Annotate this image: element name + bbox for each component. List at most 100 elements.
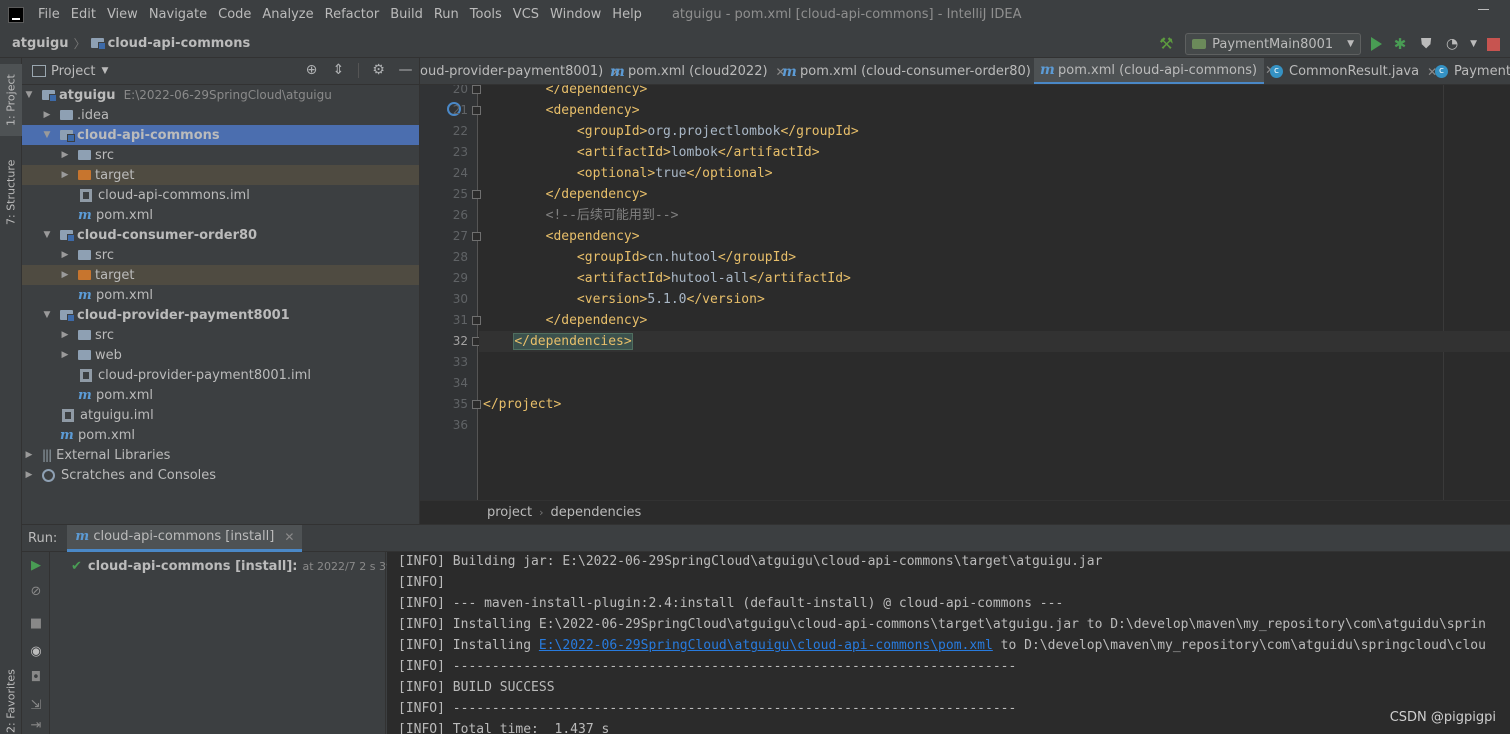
code-editor[interactable]: 20 21 22 23 24 25 26 27 28 29 30 31 32 33 34 35 36 </dep…	[420, 85, 1510, 500]
tree-item-cloud-consumer-order80[interactable]: ▼ cloud-consumer-order80	[22, 225, 419, 245]
tool-tab-project[interactable]: 1: Project	[0, 64, 22, 136]
exit-icon[interactable]: ⇥	[28, 718, 44, 734]
run-result-row[interactable]: ✔ cloud-api-commons [install]: at 2022/7…	[71, 556, 420, 576]
tree-item-target[interactable]: ▶ target	[22, 165, 419, 185]
menu-file[interactable]: File	[33, 0, 66, 29]
tree-item-idea[interactable]: ▶ .idea	[22, 105, 419, 125]
tab-payment[interactable]: c Payment.j	[1429, 58, 1510, 84]
fold-marker-icon[interactable]	[472, 316, 481, 325]
show-settings-eye-icon[interactable]: ◉	[28, 644, 44, 660]
fold-marker-icon[interactable]	[472, 85, 481, 94]
coverage-shield-icon[interactable]: ⛊	[1418, 36, 1434, 52]
fold-marker-icon[interactable]	[472, 400, 481, 409]
run-configuration-select[interactable]: PaymentMain8001 ▼	[1185, 33, 1362, 55]
menu-navigate[interactable]: Navigate	[144, 0, 213, 29]
fold-marker-icon[interactable]	[472, 190, 481, 199]
console-output[interactable]: [INFO] Building jar: E:\2022-06-29Spring…	[387, 552, 1510, 734]
console-file-link[interactable]: E:\2022-06-29SpringCloud\atguigu\cloud-a…	[539, 638, 993, 653]
tree-item-pom[interactable]: m pom.xml	[22, 385, 419, 405]
chevron-down-icon[interactable]: ▼	[42, 230, 52, 240]
close-icon[interactable]: ✕	[284, 530, 294, 544]
minimize-button[interactable]	[1478, 9, 1489, 10]
chevron-down-icon[interactable]: ▼	[42, 130, 52, 140]
line-number: 33	[452, 355, 468, 369]
tree-item-iml-file[interactable]: atguigu.iml	[22, 405, 419, 425]
run-results-tree: ✔ cloud-api-commons [install]: at 2022/7…	[51, 552, 420, 734]
tab-common-result[interactable]: c CommonResult.java ✕	[1264, 58, 1443, 84]
chevron-right-icon[interactable]: ▶	[60, 270, 70, 280]
tree-item-atguigu[interactable]: ▼ atguigu E:\2022-06-29SpringCloud\atgui…	[22, 85, 419, 105]
chevron-right-icon[interactable]: ▶	[24, 450, 34, 460]
menu-build[interactable]: Build	[385, 0, 429, 29]
breadcrumb-dependencies[interactable]: dependencies	[551, 505, 642, 520]
camera-icon[interactable]: ◘	[28, 670, 44, 686]
chevron-right-icon[interactable]: ▶	[60, 250, 70, 260]
collapse-all-icon[interactable]: ⇕	[331, 63, 346, 78]
run-tab-install[interactable]: m cloud-api-commons [install] ✕	[67, 524, 303, 552]
menu-tools[interactable]: Tools	[465, 0, 508, 29]
tree-item-web[interactable]: ▶ web	[22, 345, 419, 365]
build-hammer-icon[interactable]: ⚒	[1159, 36, 1175, 52]
chevron-right-icon[interactable]: ▶	[24, 470, 34, 480]
toggle-offline-icon[interactable]: ⊘	[28, 584, 44, 600]
tree-item-scratches[interactable]: ▶ Scratches and Consoles	[22, 465, 419, 485]
menu-bar: File Edit View Navigate Code Analyze Ref…	[0, 0, 1510, 29]
tree-item-external-libraries[interactable]: ▶ ||| External Libraries	[22, 445, 419, 465]
fold-marker-icon[interactable]	[472, 106, 481, 115]
chevron-right-icon[interactable]: ▶	[60, 330, 70, 340]
project-panel-header: Project ▼ ⊕ ⇕ ⚙ —	[22, 58, 419, 85]
tree-item-pom[interactable]: m pom.xml	[22, 205, 419, 225]
project-view-selector[interactable]: Project	[51, 64, 95, 79]
profile-icon[interactable]: ◔	[1444, 36, 1460, 52]
tab-pom-cloud2022[interactable]: m pom.xml (cloud2022) ✕	[604, 58, 792, 84]
tool-tab-structure[interactable]: 7: Structure	[0, 150, 22, 234]
tab-pom-payment8001[interactable]: oud-provider-payment8001) ✕	[420, 58, 627, 84]
breadcrumb-project[interactable]: project	[487, 505, 532, 520]
chevron-right-icon[interactable]: ▶	[60, 150, 70, 160]
export-icon[interactable]: ⇲	[28, 698, 44, 714]
more-run-options-icon[interactable]: ▼	[1470, 39, 1477, 49]
stop-icon[interactable]	[1487, 37, 1500, 51]
tree-item-cloud-provider-payment8001[interactable]: ▼ cloud-provider-payment8001	[22, 305, 419, 325]
tab-label: CommonResult.java	[1289, 64, 1420, 79]
debug-bug-icon[interactable]: ✱	[1392, 36, 1408, 52]
chevron-right-icon[interactable]: ▶	[60, 350, 70, 360]
tab-pom-api-commons[interactable]: m pom.xml (cloud-api-commons) ✕	[1034, 58, 1275, 84]
tree-item-label: atguigu.iml	[80, 407, 154, 423]
menu-edit[interactable]: Edit	[66, 0, 102, 29]
menu-window[interactable]: Window	[545, 0, 607, 29]
chevron-down-icon[interactable]: ▼	[101, 66, 108, 76]
chevron-down-icon[interactable]: ▼	[42, 310, 52, 320]
chevron-right-icon[interactable]: ▶	[42, 110, 52, 120]
menu-run[interactable]: Run	[429, 0, 465, 29]
gear-icon[interactable]: ⚙	[371, 63, 386, 78]
tab-pom-consumer-order80[interactable]: m pom.xml (cloud-consumer-order80) ✕	[776, 58, 1055, 84]
stop-icon[interactable]: ■	[28, 616, 44, 632]
tree-item-iml-file[interactable]: cloud-provider-payment8001.iml	[22, 365, 419, 385]
menu-code[interactable]: Code	[213, 0, 257, 29]
tree-item-pom[interactable]: m pom.xml	[22, 285, 419, 305]
excluded-folder-icon	[78, 270, 91, 280]
tree-item-iml-file[interactable]: cloud-api-commons.iml	[22, 185, 419, 205]
tree-item-pom[interactable]: m pom.xml	[22, 425, 419, 445]
tree-item-cloud-api-commons[interactable]: ▼ cloud-api-commons	[22, 125, 419, 145]
menu-vcs[interactable]: VCS	[508, 0, 545, 29]
locate-target-icon[interactable]: ⊕	[304, 63, 319, 78]
run-icon[interactable]	[1371, 37, 1383, 51]
fold-marker-icon[interactable]	[472, 232, 481, 241]
chevron-right-icon[interactable]: ▶	[60, 170, 70, 180]
tree-item-src[interactable]: ▶ src	[22, 145, 419, 165]
tool-tab-favorites[interactable]: 2: Favorites	[0, 664, 22, 734]
hide-panel-icon[interactable]: —	[398, 63, 413, 78]
menu-refactor[interactable]: Refactor	[320, 0, 386, 29]
chevron-down-icon[interactable]: ▼	[24, 90, 34, 100]
tree-item-src[interactable]: ▶ src	[22, 325, 419, 345]
menu-analyze[interactable]: Analyze	[257, 0, 319, 29]
tree-item-target[interactable]: ▶ target	[22, 265, 419, 285]
menu-help[interactable]: Help	[607, 0, 648, 29]
tree-item-src[interactable]: ▶ src	[22, 245, 419, 265]
menu-view[interactable]: View	[102, 0, 144, 29]
rerun-icon[interactable]: ▶	[28, 558, 44, 574]
breadcrumb-root[interactable]: atguigu	[12, 36, 69, 51]
breadcrumb-module[interactable]: cloud-api-commons	[108, 36, 251, 51]
